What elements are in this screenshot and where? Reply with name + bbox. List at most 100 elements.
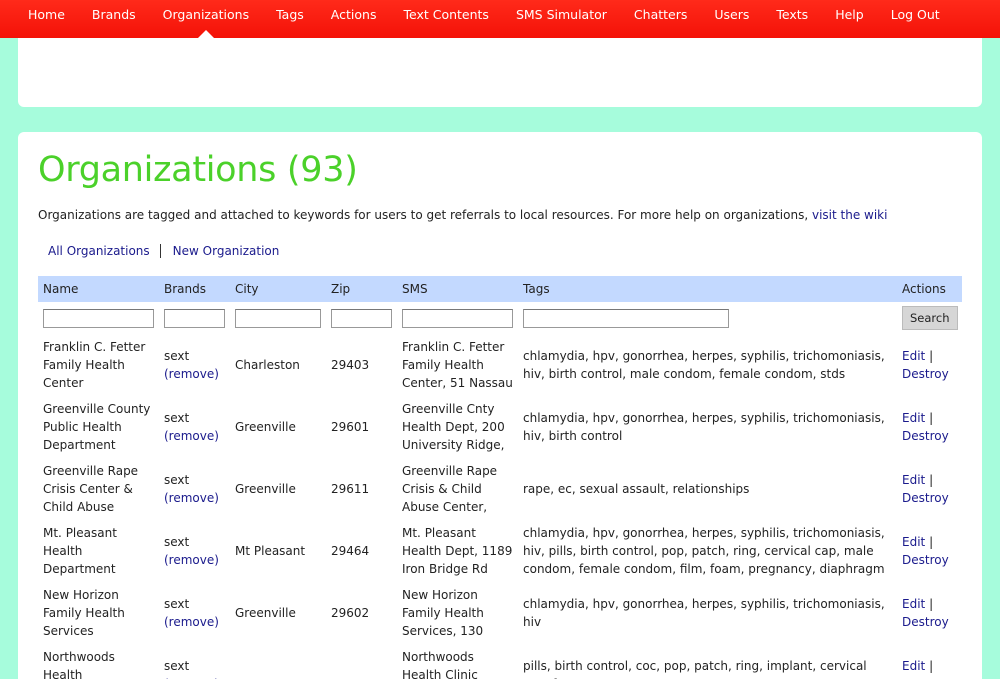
wiki-link[interactable]: visit the wiki (812, 208, 887, 222)
brands-filter-input[interactable] (164, 308, 225, 328)
destroy-link[interactable]: Destroy (902, 429, 949, 443)
action-separator: | (929, 349, 934, 363)
table-row: New Horizon Family Health Services sext (r… (38, 582, 962, 644)
destroy-link[interactable]: Destroy (902, 491, 949, 505)
edit-link[interactable]: Edit (902, 473, 925, 487)
cell-brands: sext (remove) (159, 334, 230, 396)
sms-text: Franklin C. Fetter Family Health Center,… (402, 340, 513, 390)
edit-link[interactable]: Edit (902, 349, 925, 363)
filter-cell-name (38, 302, 159, 334)
column-header-name[interactable]: Name (38, 276, 159, 302)
nav-chatters[interactable]: Chatters (634, 0, 687, 30)
cell-tags: pills, birth control, coc, pop, patch, r… (523, 659, 867, 679)
cell-tags: chlamydia, hpv, gonorrhea, herpes, syphi… (523, 411, 885, 443)
filter-cell-city (230, 302, 326, 334)
nav-home[interactable]: Home (28, 0, 65, 30)
cell-tags: chlamydia, hpv, gonorrhea, herpes, syphi… (523, 349, 885, 381)
cell-city: Mt Pleasant (235, 544, 306, 558)
edit-link[interactable]: Edit (902, 411, 925, 425)
cell-tags: chlamydia, hpv, gonorrhea, herpes, syphi… (523, 597, 885, 629)
column-header-city[interactable]: City (230, 276, 326, 302)
brand-name: sext (164, 411, 190, 425)
nav-log-out[interactable]: Log Out (891, 0, 940, 30)
nav-help[interactable]: Help (835, 0, 864, 30)
edit-link[interactable]: Edit (902, 597, 925, 611)
nav-texts[interactable]: Texts (776, 0, 808, 30)
nav-actions[interactable]: Actions (331, 0, 377, 30)
destroy-link[interactable]: Destroy (902, 553, 949, 567)
table-row: Greenville Rape Crisis Center & Child Ab… (38, 458, 962, 520)
new-organization-link[interactable]: New Organization (173, 244, 280, 258)
column-header-tags[interactable]: Tags (518, 276, 897, 302)
sms-filter-input[interactable] (402, 308, 513, 328)
organizations-table: Name Brands City Zip SMS Tags Actions Se… (38, 276, 962, 679)
cell-brands: sext(remove) (159, 582, 230, 644)
nav-brands[interactable]: Brands (92, 0, 136, 30)
action-separator: | (929, 535, 934, 549)
cell-sms: Greenville Cnty Health Dept, 200 Univers… (397, 396, 518, 458)
tags-filter-input[interactable] (523, 308, 729, 328)
edit-link[interactable]: Edit (902, 535, 925, 549)
action-separator: | (929, 659, 934, 673)
column-header-brands[interactable]: Brands (159, 276, 230, 302)
remove-brand-link[interactable]: (remove) (164, 553, 219, 567)
org-name: Franklin C. Fetter Family Health Center (43, 340, 146, 390)
cell-actions: Edit |Destroy (897, 644, 962, 679)
cell-sms: Franklin C. Fetter Family Health Center,… (397, 334, 518, 396)
remove-brand-link[interactable]: (remove) (164, 615, 219, 629)
remove-brand-link[interactable]: (remove) (164, 491, 219, 505)
table-row: Northwoods Health sext(remove) Northwoods … (38, 644, 962, 679)
search-button[interactable]: Search (902, 306, 958, 330)
filter-cell-zip (326, 302, 397, 334)
remove-brand-link[interactable]: (remove) (164, 367, 219, 381)
edit-link[interactable]: Edit (902, 659, 925, 673)
top-navigation: Home Brands Organizations Tags Actions Text C… (0, 0, 1000, 38)
cell-actions: Edit | Destroy (897, 520, 962, 582)
cell-city: Greenville (235, 420, 296, 434)
filter-row: Search (38, 302, 962, 334)
nav-users[interactable]: Users (714, 0, 749, 30)
cell-sms: Mt. Pleasant Health Dept, 1189 Iron Brid… (397, 520, 518, 582)
zip-filter-input[interactable] (331, 308, 392, 328)
city-filter-input[interactable] (235, 308, 321, 328)
table-body: Franklin C. Fetter Family Health Center s… (38, 334, 962, 679)
nav-tags[interactable]: Tags (276, 0, 304, 30)
cell-actions: Edit |Destroy (897, 396, 962, 458)
brand-name: sext (164, 535, 190, 549)
org-name: New Horizon Family Health Services (43, 588, 125, 638)
nav-organizations[interactable]: Organizations (163, 0, 249, 38)
filter-cell-sms (397, 302, 518, 334)
cell-zip: 29464 (331, 544, 370, 558)
brand-name: sext (164, 659, 190, 673)
sms-text: Mt. Pleasant Health Dept, 1189 Iron Brid… (402, 526, 513, 576)
cell-actions: Edit |Destroy (897, 458, 962, 520)
cell-city: Greenville (235, 606, 296, 620)
brand-name: sext (164, 349, 190, 363)
column-header-sms[interactable]: SMS (397, 276, 518, 302)
destroy-link[interactable]: Destroy (902, 367, 949, 381)
table-row: Franklin C. Fetter Family Health Center s… (38, 334, 962, 396)
name-filter-input[interactable] (43, 308, 154, 328)
sms-text: New Horizon Family Health Services, 130 … (402, 588, 484, 638)
remove-brand-link[interactable]: (remove) (164, 429, 219, 443)
cell-sms: Northwoods Health Clinic offers (397, 644, 518, 679)
cell-city (230, 644, 326, 679)
cell-zip: 29611 (331, 482, 370, 496)
column-header-zip[interactable]: Zip (326, 276, 397, 302)
destroy-link[interactable]: Destroy (902, 615, 949, 629)
all-organizations-link[interactable]: All Organizations (48, 244, 150, 258)
cell-zip: 29403 (331, 358, 370, 372)
nav-text-contents[interactable]: Text Contents (403, 0, 488, 30)
cell-brands: sext(remove) (159, 644, 230, 679)
cell-actions: Edit | Destroy (897, 334, 962, 396)
org-name: Northwoods Health (43, 650, 115, 679)
filter-cell-actions: Search (897, 302, 962, 334)
sms-text: Greenville Cnty Health Dept, 200 Univers… (402, 402, 505, 452)
organization-links: All Organizations New Organization (48, 244, 279, 258)
cell-name: Mt. Pleasant Health Department (38, 520, 159, 582)
content-panel: Organizations (93) Organizations are tag… (18, 132, 982, 679)
cell-actions: Edit |Destroy (897, 582, 962, 644)
nav-sms-simulator[interactable]: SMS Simulator (516, 0, 607, 30)
cell-zip: 29601 (331, 420, 370, 434)
filter-cell-tags (518, 302, 897, 334)
